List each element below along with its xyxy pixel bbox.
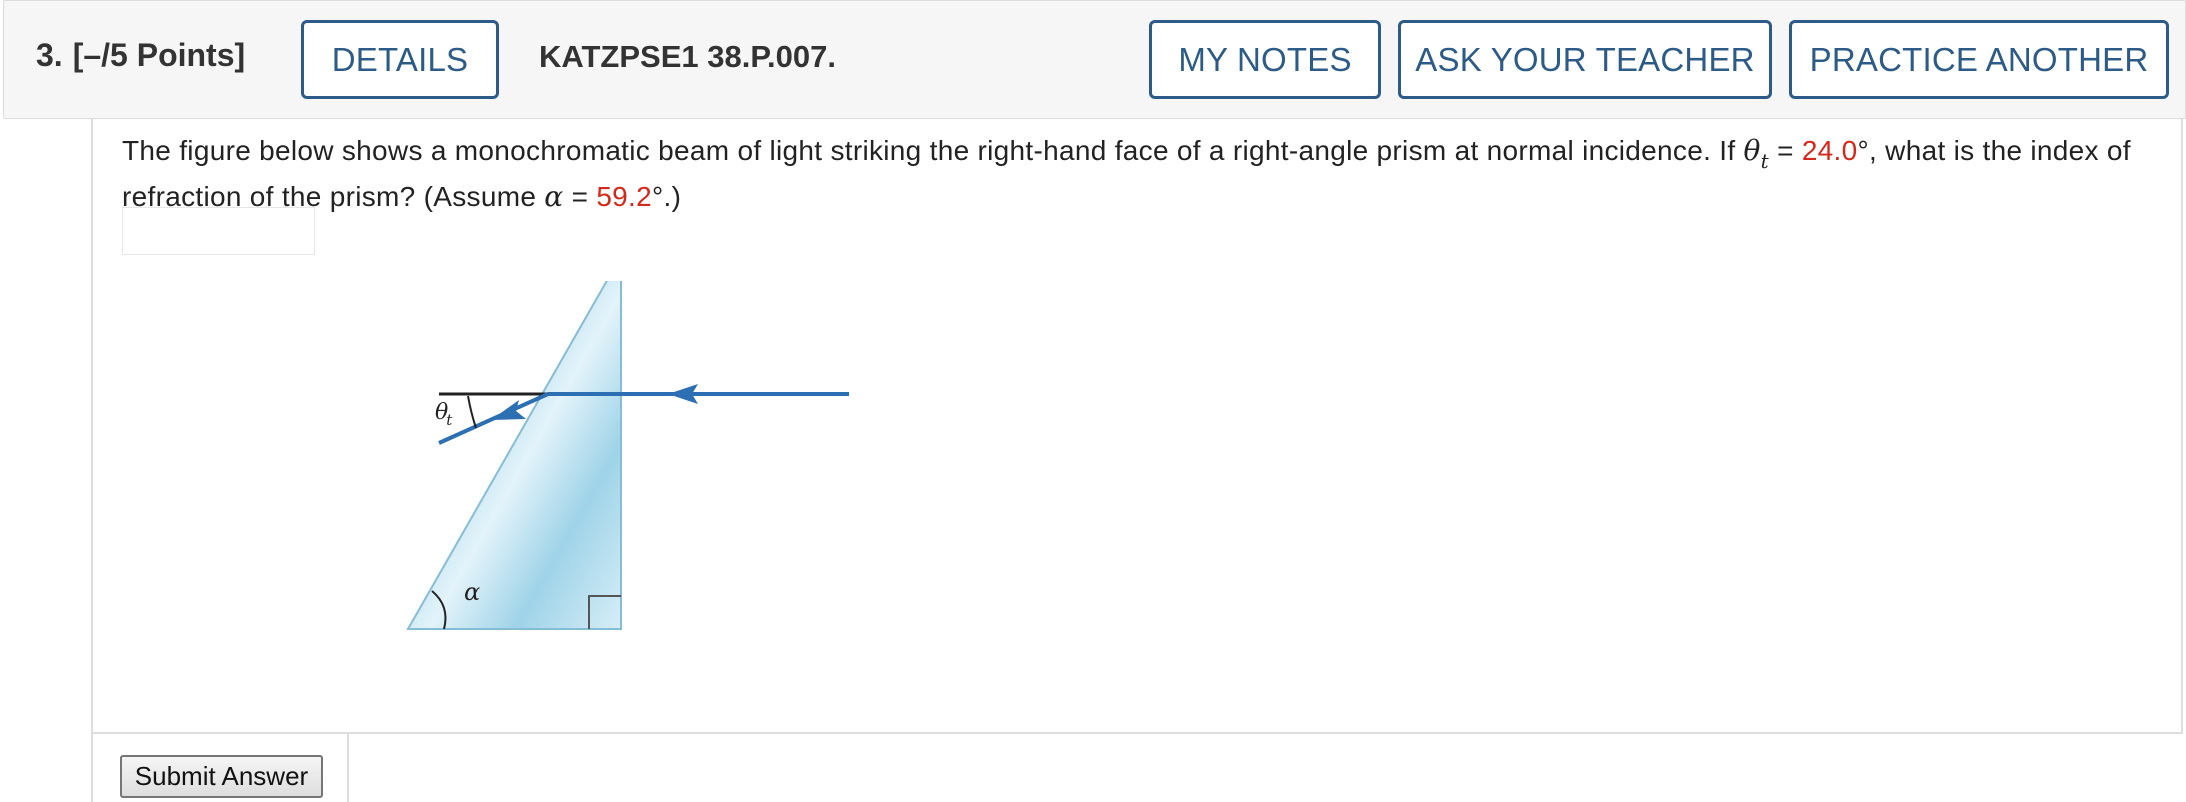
submit-answer-button[interactable]: Submit Answer — [120, 755, 323, 798]
figure-alpha-label: α — [464, 578, 480, 606]
theta-subscript: t — [1760, 149, 1769, 173]
details-button[interactable]: DETAILS — [301, 20, 499, 99]
prompt-text-1: The figure below shows a monochromatic b… — [122, 135, 1744, 166]
theta-symbol: θ — [1743, 134, 1761, 167]
prompt-text-3: °.) — [652, 181, 682, 212]
refracted-arrow-icon — [491, 400, 526, 420]
theta-arc — [467, 395, 477, 429]
ask-your-teacher-button[interactable]: ASK YOUR TEACHER — [1398, 20, 1772, 99]
points-label: [–/5 Points] — [72, 37, 246, 73]
theta-value: 24.0 — [1801, 135, 1858, 166]
practice-another-button[interactable]: PRACTICE ANOTHER — [1789, 20, 2169, 99]
my-notes-button[interactable]: MY NOTES — [1149, 20, 1381, 99]
alpha-symbol: α — [544, 180, 564, 213]
question-points: 3. [–/5 Points] — [36, 37, 245, 74]
prism-shape — [406, 281, 622, 630]
question-body: The figure below shows a monochromatic b… — [91, 119, 2183, 734]
prism-figure: θt α — [406, 281, 849, 630]
figure-theta-label: θt — [435, 400, 453, 429]
question-number: 3. — [36, 37, 63, 73]
answer-input[interactable] — [122, 207, 315, 255]
prompt-equals-1: = — [1769, 135, 1802, 166]
prompt-equals-2: = — [563, 181, 597, 212]
submit-area: Submit Answer — [91, 734, 349, 802]
alpha-value: 59.2 — [596, 181, 653, 212]
prompt-degree-1: °, — [1857, 135, 1878, 166]
question-prompt: The figure below shows a monochromatic b… — [122, 129, 2172, 219]
problem-id: KATZPSE1 38.P.007. — [539, 39, 836, 74]
question-header: 3. [–/5 Points] DETAILS KATZPSE1 38.P.007… — [3, 0, 2186, 119]
